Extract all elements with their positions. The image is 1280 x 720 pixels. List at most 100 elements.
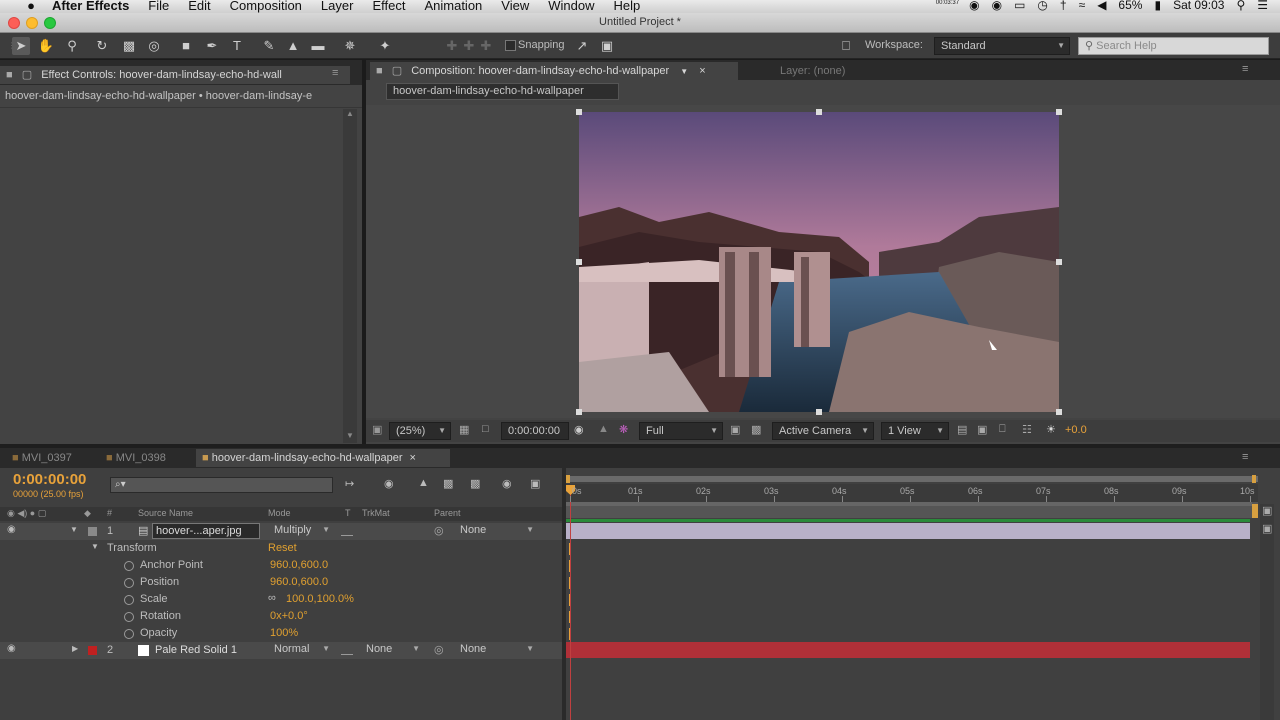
rgb-channel-icon[interactable]: ❋ [619, 423, 628, 436]
menu-layer[interactable]: Layer [321, 0, 354, 12]
layer-label-color[interactable] [88, 527, 97, 536]
column-number[interactable]: # [107, 508, 112, 518]
bluetooth-icon[interactable]: † [1060, 0, 1067, 11]
scroll-down-icon[interactable]: ▼ [346, 431, 354, 440]
type-tool-icon[interactable]: T [228, 37, 246, 55]
parent-dropdown[interactable]: None ▼ [454, 523, 538, 539]
tab-effect-controls[interactable]: ■ ▢ Effect Controls: hoover-dam-lindsay-… [0, 66, 350, 84]
transform-handle[interactable] [576, 259, 582, 265]
hand-tool-icon[interactable]: ✋ [37, 37, 55, 55]
motion-blur-icon[interactable]: ◉ [502, 477, 512, 490]
grid-guide-icon[interactable]: ▦ [459, 423, 469, 436]
transform-handle[interactable] [1056, 409, 1062, 415]
workspace-dropdown[interactable]: Standard ▼ [934, 37, 1070, 55]
always-preview-icon[interactable]: ▣ [372, 423, 382, 436]
clone-stamp-tool-icon[interactable]: ▲ [284, 37, 302, 55]
scroll-up-icon[interactable]: ▲ [346, 109, 354, 118]
property-row-scale[interactable]: Scale ∞ 100.0,100.0% [0, 591, 566, 608]
effect-controls-scrollbar[interactable]: ▲ ▼ [343, 109, 357, 443]
show-snapshot-icon[interactable]: ▲ [598, 423, 609, 435]
constrain-proportions-icon[interactable]: ∞ [268, 592, 276, 604]
property-row-opacity[interactable]: Opacity 100% [0, 625, 566, 642]
menu-animation[interactable]: Animation [424, 0, 482, 12]
menu-view[interactable]: View [501, 0, 529, 12]
lock-icon[interactable]: ▢ [392, 65, 402, 77]
transform-handle[interactable] [576, 109, 582, 115]
clock[interactable]: Sat 09:03 [1173, 0, 1224, 11]
roto-brush-tool-icon[interactable]: ✵ [341, 37, 359, 55]
column-parent[interactable]: Parent [434, 508, 461, 518]
tab-mvi-0398[interactable]: ■ MVI_0398 [100, 449, 166, 467]
property-row-anchor-point[interactable]: Anchor Point 960.0,600.0 [0, 557, 566, 574]
menu-edit[interactable]: Edit [188, 0, 210, 12]
layer-row-2[interactable]: ◉ ▶ 2 Pale Red Solid 1 Normal ▼ None ▼ ◎ N… [0, 642, 566, 659]
eraser-tool-icon[interactable]: ▬ [309, 37, 327, 55]
region-of-interest-icon[interactable]: ▣ [730, 423, 740, 436]
panel-menu-icon[interactable]: ≡ [332, 67, 338, 79]
wifi-icon[interactable]: ≈ [1079, 0, 1086, 11]
time-machine-icon[interactable]: ◷ [1037, 0, 1047, 11]
snapping-edges-icon[interactable]: ▣ [598, 37, 616, 55]
timeline-scrollbar[interactable]: ▣ ▣ [1260, 504, 1274, 720]
flowchart-icon[interactable]: ☷ [1022, 423, 1032, 436]
comp-button-icon[interactable]: ▣ [1262, 504, 1272, 517]
snapping-checkbox[interactable] [505, 40, 516, 51]
property-row-rotation[interactable]: Rotation 0x+0.0° [0, 608, 566, 625]
pick-whip-icon[interactable]: ◎ [434, 524, 444, 537]
close-tab-icon[interactable]: × [699, 65, 705, 77]
property-value[interactable]: 960.0,600.0 [270, 576, 328, 588]
property-row-position[interactable]: Position 960.0,600.0 [0, 574, 566, 591]
chevron-right-icon[interactable]: ▶ [72, 644, 78, 653]
property-value[interactable]: 100.0,100.0% [286, 593, 354, 605]
timeline-graph-area[interactable]: ▣ ▣ [566, 468, 1280, 720]
preserve-transparency-toggle[interactable] [341, 526, 353, 536]
transform-reset-link[interactable]: Reset [268, 542, 297, 554]
notification-center-icon[interactable]: ☰ [1257, 0, 1268, 11]
brush-tool-icon[interactable]: ✎ [260, 37, 278, 55]
composition-mini-flowchart-icon[interactable]: ↦ [345, 477, 354, 490]
apple-menu-icon[interactable]: ● [20, 0, 42, 12]
view-axis-icon[interactable]: ✚ [477, 37, 495, 55]
reset-exposure-icon[interactable]: ☀ [1046, 423, 1056, 436]
stopwatch-icon[interactable] [124, 561, 134, 571]
pan-behind-tool-icon[interactable]: ◎ [145, 37, 163, 55]
preserve-transparency-toggle[interactable] [341, 645, 353, 655]
navigator-end-handle[interactable] [1252, 475, 1256, 483]
transform-group-row[interactable]: ▼ Transform Reset [0, 540, 566, 557]
search-help-field[interactable]: ⚲ Search Help [1078, 37, 1269, 55]
layer-1-duration-bar[interactable] [566, 523, 1250, 539]
column-mode[interactable]: Mode [268, 508, 291, 518]
transparency-grid-icon[interactable]: ▩ [751, 423, 761, 436]
blend-mode-dropdown[interactable]: Normal ▼ [268, 642, 334, 658]
snapping-feature-icon[interactable]: ↗ [573, 37, 591, 55]
stopwatch-icon[interactable] [124, 578, 134, 588]
stopwatch-icon[interactable] [124, 595, 134, 605]
resolution-dropdown[interactable]: Full ▼ [639, 422, 723, 440]
stopwatch-icon[interactable] [124, 629, 134, 639]
work-area-end-handle[interactable] [1252, 504, 1258, 518]
stopwatch-icon[interactable] [124, 612, 134, 622]
property-value[interactable]: 100% [270, 627, 298, 639]
record-icon[interactable]: ◉ [969, 0, 979, 11]
pick-whip-icon[interactable]: ◎ [434, 643, 444, 656]
chevron-down-icon[interactable]: ▼ [91, 542, 99, 551]
menu-composition[interactable]: Composition [230, 0, 302, 12]
close-tab-icon[interactable]: × [410, 452, 416, 464]
app-menu[interactable]: After Effects [52, 0, 129, 12]
menu-effect[interactable]: Effect [372, 0, 405, 12]
comp-button-icon[interactable]: ▣ [1262, 522, 1272, 535]
camera-tool-icon[interactable]: ▩ [120, 37, 138, 55]
column-source-name[interactable]: Source Name [138, 508, 193, 518]
selection-tool-icon[interactable]: ➤ [12, 37, 30, 55]
blend-mode-dropdown[interactable]: Multiply ▼ [268, 523, 334, 539]
status-icon[interactable]: ◉ [992, 0, 1002, 11]
camera-view-dropdown[interactable]: Active Camera ▼ [772, 422, 874, 440]
layer-name-field[interactable]: hoover-...aper.jpg [152, 523, 260, 539]
exposure-value[interactable]: +0.0 [1065, 424, 1087, 436]
puppet-pin-tool-icon[interactable]: ✦ [376, 37, 394, 55]
world-axis-icon[interactable]: ✚ [460, 37, 478, 55]
rotation-tool-icon[interactable]: ↻ [93, 37, 111, 55]
chevron-down-icon[interactable]: ▼ [70, 525, 78, 534]
draft-3d-icon[interactable]: ▲ [418, 477, 429, 489]
current-time-display[interactable]: 0:00:00:00 [501, 422, 569, 440]
